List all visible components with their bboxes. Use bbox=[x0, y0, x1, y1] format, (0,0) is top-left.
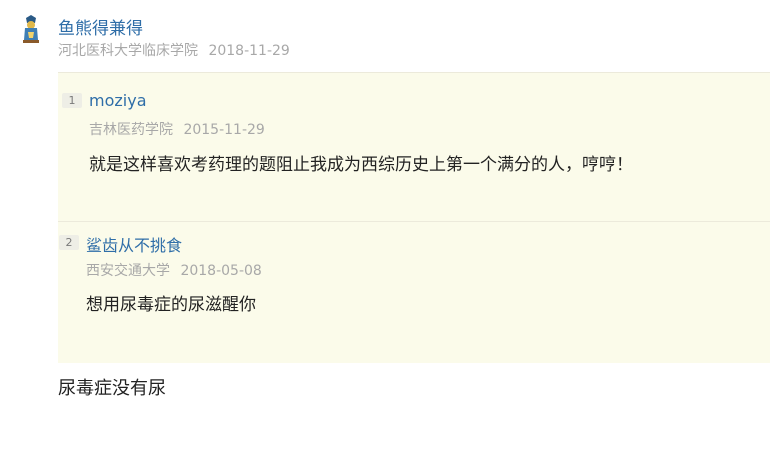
author-school: 河北医科大学临床学院 bbox=[58, 43, 198, 59]
reply-text: 尿毒症没有尿 bbox=[58, 378, 166, 399]
quote-date: 2015-11-29 bbox=[183, 122, 265, 138]
quote-school: 吉林医药学院 bbox=[89, 122, 173, 138]
quote-meta: 吉林医药学院 2015-11-29 bbox=[89, 119, 265, 139]
quote-date: 2018-05-08 bbox=[180, 263, 262, 279]
author-name[interactable]: 鱼熊得兼得 bbox=[58, 14, 143, 39]
quote-text: 想用尿毒症的尿滋醒你 bbox=[86, 295, 256, 315]
quote-divider bbox=[58, 221, 770, 222]
author-meta: 河北医科大学临床学院 2018-11-29 bbox=[58, 40, 290, 60]
avatar[interactable] bbox=[20, 14, 42, 44]
quote-author-name[interactable]: moziya bbox=[89, 91, 147, 110]
quote-author-name[interactable]: 鲨齿从不挑食 bbox=[86, 232, 182, 256]
quoted-replies: 1 moziya 吉林医药学院 2015-11-29 就是这样喜欢考药理的题阻止… bbox=[58, 72, 770, 363]
floor-number: 2 bbox=[59, 235, 79, 250]
comment-card: 鱼熊得兼得 河北医科大学临床学院 2018-11-29 1 moziya 吉林医… bbox=[0, 0, 770, 456]
quote-text: 就是这样喜欢考药理的题阻止我成为西综历史上第一个满分的人，哼哼！ bbox=[89, 155, 633, 175]
floor-number: 1 bbox=[62, 93, 82, 108]
dragon-mascot-icon bbox=[20, 14, 42, 44]
quote-meta: 西安交通大学 2018-05-08 bbox=[86, 260, 262, 280]
quote-school: 西安交通大学 bbox=[86, 263, 170, 279]
author-date: 2018-11-29 bbox=[208, 43, 290, 59]
